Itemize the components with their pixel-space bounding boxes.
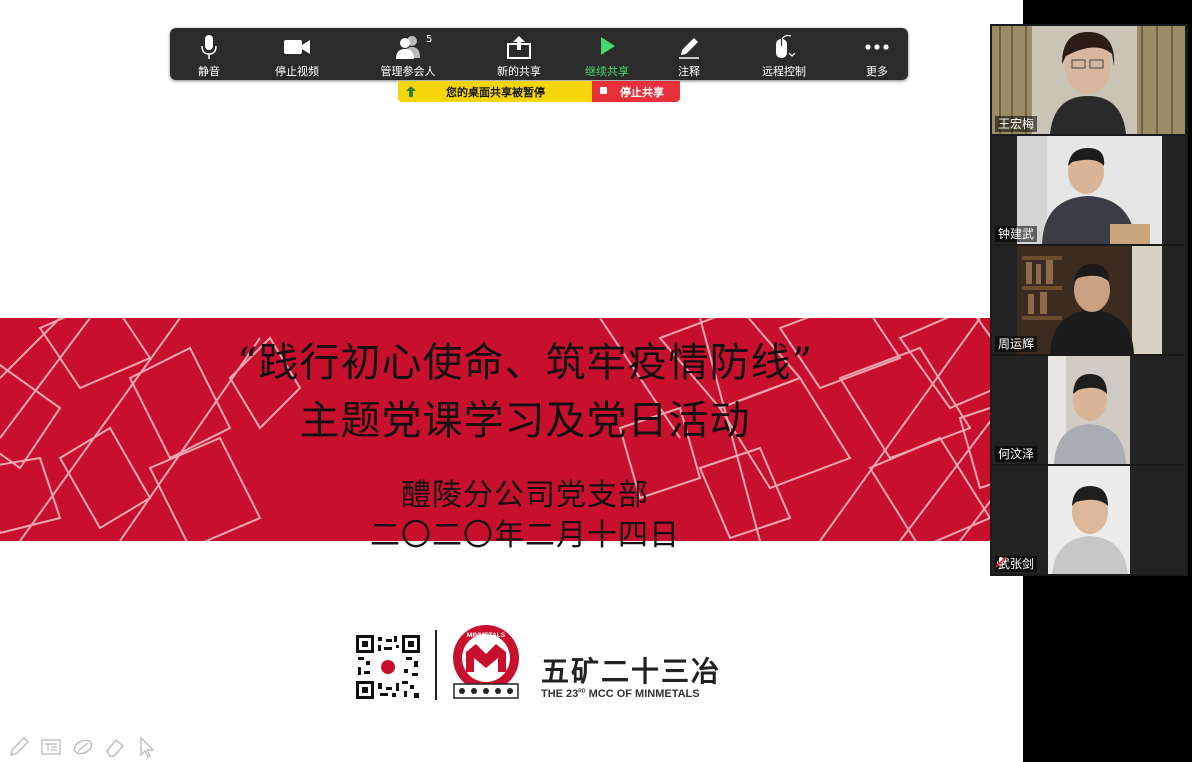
share-paused-banner: 您的桌面共享被暂停 xyxy=(398,81,592,102)
more-label: 更多 xyxy=(866,65,888,78)
participant-name: 王宏梅 xyxy=(995,116,1038,132)
share-arrow-icon xyxy=(406,86,416,97)
mute-button[interactable]: 静音 xyxy=(178,28,240,80)
brand-english: THE 23RD MCC OF MINMETALS xyxy=(541,688,700,700)
more-button[interactable]: 更多 xyxy=(850,28,904,80)
remote-control-label: 远程控制 xyxy=(762,65,806,78)
stop-share-button[interactable]: 停止共享 xyxy=(592,81,680,102)
participant-tile[interactable]: 何汶泽 xyxy=(992,356,1185,464)
play-icon xyxy=(601,37,615,55)
manage-participants-button[interactable]: 管理参会人 xyxy=(368,28,448,80)
stop-video-button[interactable]: 停止视频 xyxy=(260,28,334,80)
more-dots-icon xyxy=(865,44,889,50)
shape-icon[interactable] xyxy=(72,736,94,758)
minmetals-emblem-icon: MINMETALS xyxy=(453,625,519,699)
pointer-icon[interactable] xyxy=(136,736,158,758)
participant-tile-active-speaker[interactable]: 周运辉 xyxy=(992,246,1185,354)
stop-share-label: 停止共享 xyxy=(620,86,664,99)
brand-en-suffix: MCC OF MINMETALS xyxy=(585,688,700,700)
participants-count: 5 xyxy=(426,34,433,45)
mute-label: 静音 xyxy=(198,65,220,78)
qr-code-icon xyxy=(356,635,420,699)
participant-name: 武张剑 xyxy=(995,556,1038,572)
video-camera-icon xyxy=(284,40,310,54)
slide-title-line1: “践行初心使命、筑牢疫情防线” xyxy=(237,340,813,386)
stop-square-icon xyxy=(600,87,607,94)
slide-date: 二〇二〇年二月十四日 xyxy=(370,518,680,553)
mouse-icon xyxy=(776,34,796,58)
participant-name: 何汶泽 xyxy=(995,446,1038,462)
participant-name: 周运辉 xyxy=(995,336,1038,352)
resume-share-label: 继续共享 xyxy=(585,65,629,78)
emblem-text: MINMETALS xyxy=(467,632,506,639)
new-share-label: 新的共享 xyxy=(497,65,541,78)
resume-share-button[interactable]: 继续共享 xyxy=(574,28,640,80)
brand-chinese: 五矿二十三冶 xyxy=(541,655,722,688)
brand-en-sup: RD xyxy=(578,688,586,695)
muted-microphone-icon xyxy=(995,556,1007,568)
participant-name: 钟建武 xyxy=(995,226,1038,242)
participants-icon xyxy=(396,36,420,59)
new-share-button[interactable]: 新的共享 xyxy=(482,28,556,80)
participant-tile[interactable]: 武张剑 xyxy=(992,466,1185,574)
participants-label: 管理参会人 xyxy=(380,65,436,78)
annotate-button[interactable]: 注释 xyxy=(660,28,718,80)
eraser-icon[interactable] xyxy=(104,736,126,758)
participant-gallery: 王宏梅 钟建武 周运辉 何汶泽 武张剑 xyxy=(990,24,1188,576)
participant-tile[interactable]: 王宏梅 xyxy=(992,26,1185,134)
annotate-label: 注释 xyxy=(678,65,700,78)
logo-divider xyxy=(435,630,437,700)
shared-screen-slide: “践行初心使命、筑牢疫情防线” 主题党课学习及党日活动 醴陵分公司党支部 二〇二… xyxy=(0,0,1023,762)
pen-icon[interactable] xyxy=(8,736,30,758)
brand-en-prefix: THE 23 xyxy=(541,688,579,700)
slide-title-line2: 主题党课学习及党日活动 xyxy=(299,398,751,444)
annotation-toolbar xyxy=(8,734,158,760)
microphone-icon xyxy=(201,35,217,59)
meeting-toolbar: 静音 停止视频 管理参会人 5 新的共享 继续共享 注释 远程控制 更多 xyxy=(170,28,908,80)
pencil-icon xyxy=(679,38,699,59)
remote-control-button[interactable]: 远程控制 xyxy=(750,28,818,80)
participant-tile[interactable]: 钟建武 xyxy=(992,136,1185,244)
text-icon[interactable] xyxy=(40,736,62,758)
share-paused-text: 您的桌面共享被暂停 xyxy=(446,86,545,99)
slide-organization: 醴陵分公司党支部 xyxy=(401,478,649,513)
stop-video-label: 停止视频 xyxy=(275,65,319,78)
share-screen-icon xyxy=(507,36,531,59)
